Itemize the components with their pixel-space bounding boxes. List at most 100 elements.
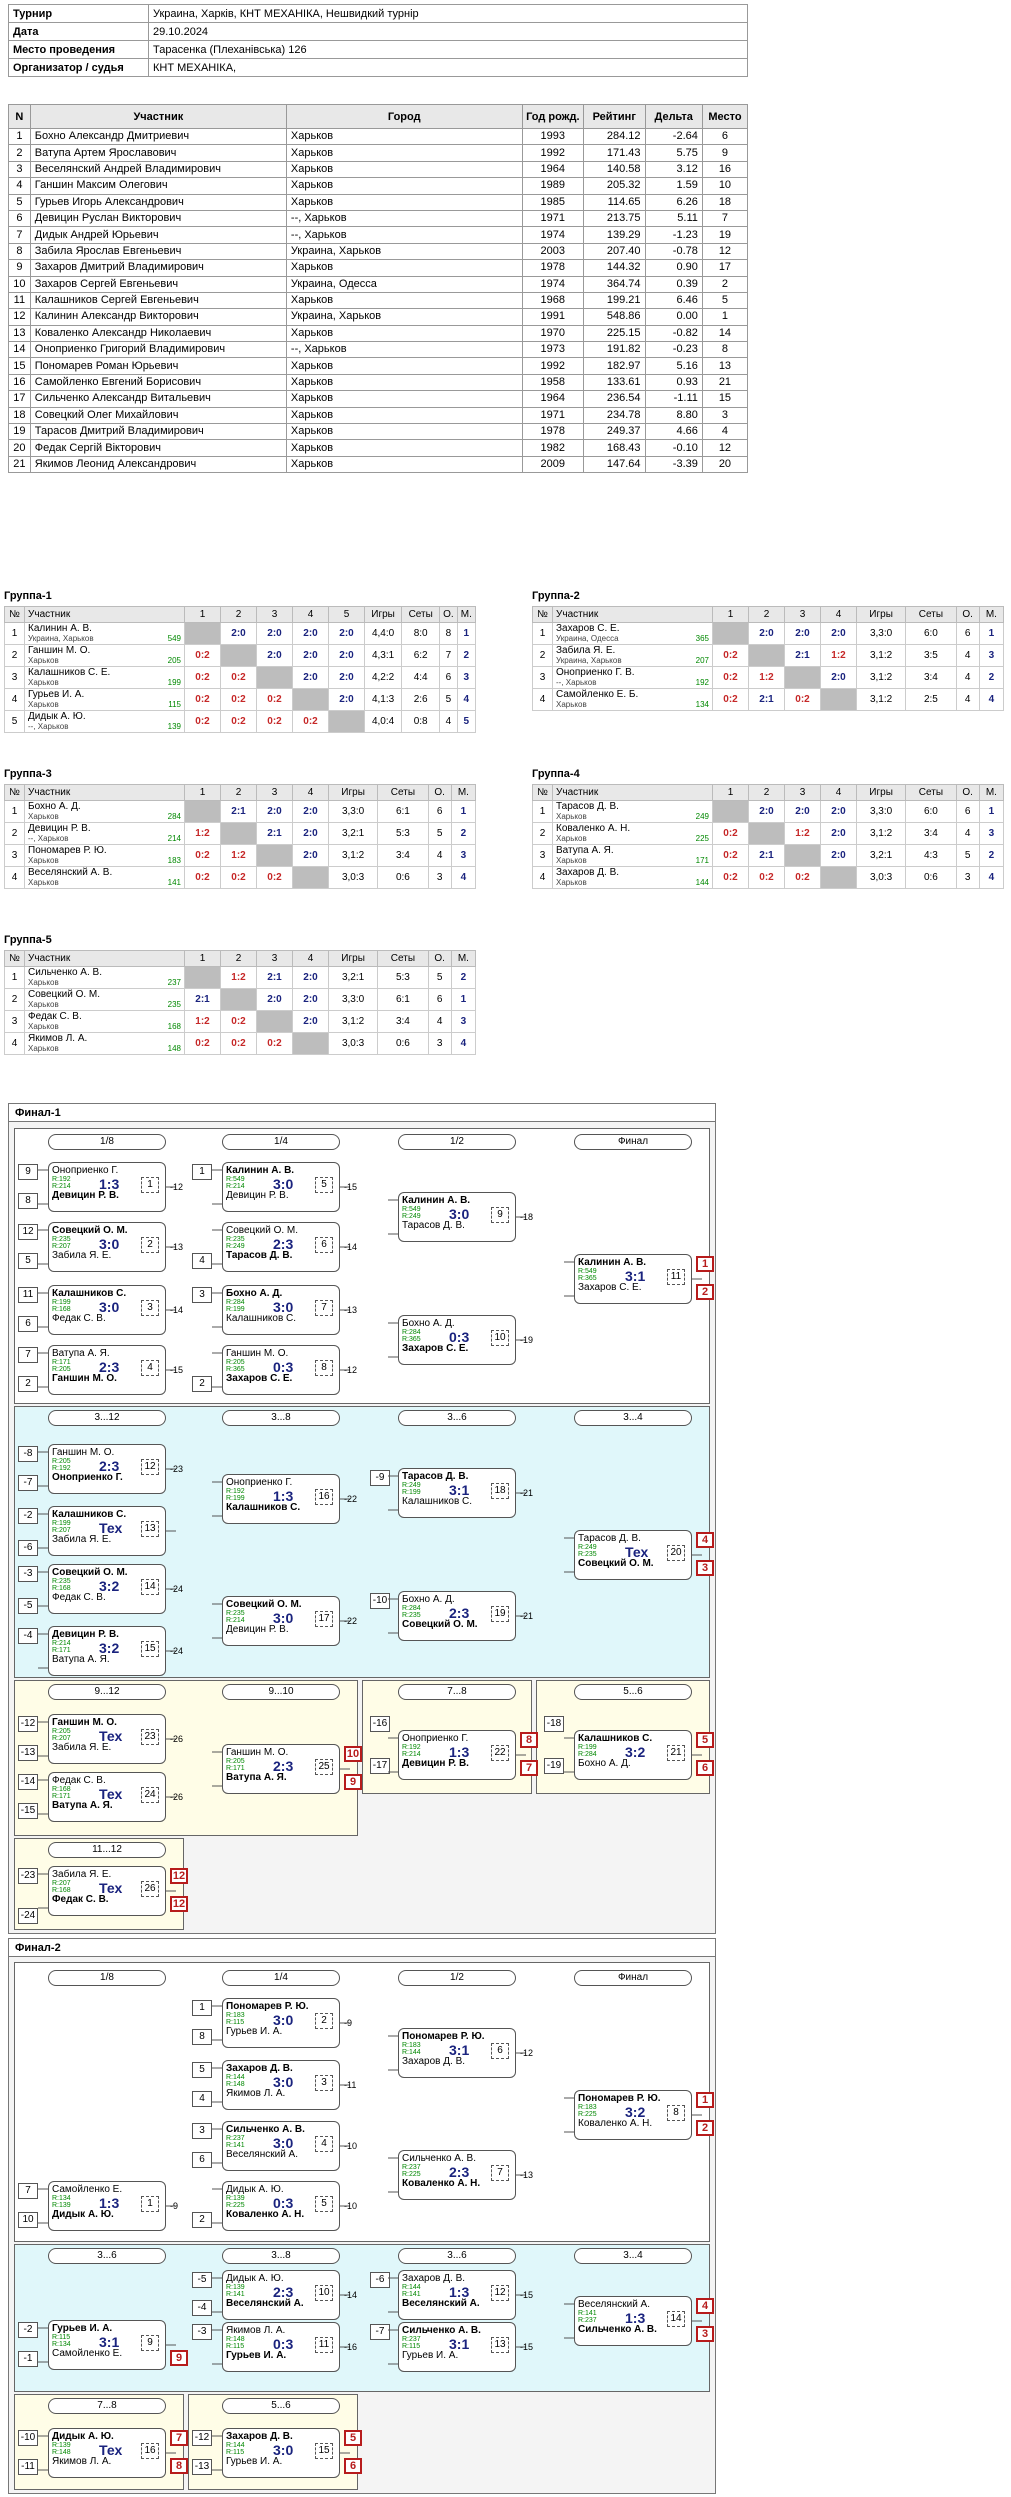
match-box[interactable]: Забила Я. Е. R:207 R:168 Федак С. В. Тех 26 xyxy=(48,1866,166,1916)
match-box[interactable]: Девицин Р. В. R:214 R:171 Ватупа А. Я. 3:2 15 xyxy=(48,1626,166,1676)
self-cell xyxy=(748,822,785,845)
player-cell: 364.74 xyxy=(583,275,646,293)
match-box[interactable]: Калашников С. R:199 R:284 Бохно А. Д. 3:2 21 xyxy=(574,1730,692,1780)
col-sets: Сеты xyxy=(401,606,441,623)
match-score: 3:0 xyxy=(273,2135,294,2151)
group-pts: 4 xyxy=(955,822,980,845)
player-row: 9 Захаров Дмитрий Владимирович Харьков 1978… xyxy=(8,259,749,277)
match-box[interactable]: Оноприенко Г. R:192 R:214 Девицин Р. В. 1:3 1 xyxy=(48,1162,166,1212)
match-box[interactable]: Федак С. В. R:168 R:171 Ватупа А. Я. Тех 24 xyxy=(48,1772,166,1822)
group-n: 5 xyxy=(4,710,25,733)
group-header-row: № Участник 1 2 3 4 Игры Сеты О. М. xyxy=(532,606,1005,623)
match-box[interactable]: Самойленко Е. R:134 R:139 Дидык А. Ю. 1:3 1 xyxy=(48,2181,166,2231)
match-box[interactable]: Совецкий О. М. R:235 R:249 Тарасов Д. В. 2:3… xyxy=(222,1222,340,1272)
group-n: 1 xyxy=(532,800,553,823)
seed-slot: -8 xyxy=(18,1446,38,1462)
match-score: 3:0 xyxy=(273,1176,294,1192)
seed-slot: -12 xyxy=(18,1716,38,1732)
player-cell: Ватупа Артем Ярославович xyxy=(29,144,287,162)
player-row: 12 Калинин Александр Викторович Украина, Х… xyxy=(8,308,749,326)
player-rating: 134 xyxy=(695,699,709,709)
match-box[interactable]: Калинин А. В. R:549 R:365 Захаров С. Е. 3:1 1… xyxy=(574,1254,692,1304)
group-n: 2 xyxy=(4,644,25,667)
match-box[interactable]: Ганшин М. О. R:205 R:171 Ватупа А. Я. 2:3 25 xyxy=(222,1744,340,1794)
group-pts: 4 xyxy=(427,1010,452,1033)
match-box[interactable]: Захаров Д. В. R:144 R:141 Веселянский А. 1:3… xyxy=(398,2270,516,2320)
match-box[interactable]: Калашников С. R:199 R:207 Забила Я. Е. Тех 13 xyxy=(48,1506,166,1556)
match-box[interactable]: Ганшин М. О. R:205 R:207 Забила Я. Е. Тех 23 xyxy=(48,1714,166,1764)
seed-slot: 4 xyxy=(192,1253,212,1269)
match-box[interactable]: Бохно А. Д. R:284 R:235 Совецкий О. М. 2:3 19 xyxy=(398,1591,516,1641)
col-opponent: 4 xyxy=(820,606,857,623)
match-box[interactable]: Совецкий О. М. R:235 R:214 Девицин Р. В. 3:0… xyxy=(222,1596,340,1646)
player-cell: 6 xyxy=(701,127,749,146)
match-box[interactable]: Ганшин М. О. R:205 R:192 Оноприенко Г. 2:3 12 xyxy=(48,1444,166,1494)
result-cell: 2:0 xyxy=(292,622,329,645)
player-cell: 2 xyxy=(701,275,749,293)
col-opponent: 2 xyxy=(748,784,785,801)
group-pts: 4 xyxy=(955,688,980,711)
match-box[interactable]: Якимов Л. А. R:148 R:115 Гурьев И. А. 0:3 11 xyxy=(222,2322,340,2372)
match-box[interactable]: Веселянский А. R:141 R:237 Сильченко А. В. 1… xyxy=(574,2296,692,2346)
group-sets: 2:6 xyxy=(401,688,441,711)
seed-slot: -5 xyxy=(192,2272,212,2288)
group-player: Сильченко А. В. Харьков 237 xyxy=(24,966,185,989)
player-cell: 3 xyxy=(8,160,31,179)
match-player-a: Дидык А. Ю. xyxy=(52,2431,114,2442)
match-box[interactable]: Калинин А. В. R:549 R:214 Девицин Р. В. 3:0 5 xyxy=(222,1162,340,1212)
match-box[interactable]: Совецкий О. М. R:235 R:207 Забила Я. Е. 3:0 2 xyxy=(48,1222,166,1272)
match-score: Тех xyxy=(99,2442,123,2458)
match-number: 23 xyxy=(141,1729,159,1745)
match-box[interactable]: Сильченко А. В. R:237 R:115 Гурьев И. А. 3:1… xyxy=(398,2322,516,2372)
col-rating: Рейтинг xyxy=(583,104,646,129)
group-player: Калашников С. Е. Харьков 199 xyxy=(24,666,185,689)
player-cell: 4.66 xyxy=(644,423,703,441)
player-cell: -3.39 xyxy=(644,455,703,474)
match-box[interactable]: Захаров Д. В. R:144 R:148 Якимов Л. А. 3:0 3 xyxy=(222,2060,340,2110)
match-box[interactable]: Совецкий О. М. R:235 R:168 Федак С. В. 3:2 14 xyxy=(48,1564,166,1614)
player-cell: -0.82 xyxy=(644,324,703,343)
match-box[interactable]: Дидык А. Ю. R:139 R:225 Коваленко А. Н. 0:3 5 xyxy=(222,2181,340,2231)
group-row: 3 Ватупа А. Я. Харьков 171 0:2 2:1 2:0 3,2:1 4:3… xyxy=(532,844,1005,867)
group-row: 3 Федак С. В. Харьков 168 1:2 0:2 2:0 3,1:2 3:4 4… xyxy=(4,1010,477,1033)
match-box[interactable]: Сильченко А. В. R:237 R:225 Коваленко А. Н.… xyxy=(398,2150,516,2200)
match-number: 7 xyxy=(315,1300,333,1316)
match-box[interactable]: Пономарев Р. Ю. R:183 R:144 Захаров Д. В. 3:… xyxy=(398,2028,516,2078)
match-box[interactable]: Бохно А. Д. R:284 R:199 Калашников С. 3:0 7 xyxy=(222,1285,340,1335)
player-cell: 1991 xyxy=(521,308,585,326)
match-box[interactable]: Бохно А. Д. R:284 R:365 Захаров С. Е. 0:3 10 xyxy=(398,1315,516,1365)
match-box[interactable]: Пономарев Р. Ю. R:183 R:115 Гурьев И. А. 3:0… xyxy=(222,1998,340,2048)
player-cell: Федак Сергій Вікторович xyxy=(29,439,287,457)
player-cell: Пономарев Роман Юрьевич xyxy=(29,357,287,375)
match-box[interactable]: Пономарев Р. Ю. R:183 R:225 Коваленко А. Н.… xyxy=(574,2090,692,2140)
match-box[interactable]: Оноприенко Г. R:192 R:199 Калашников С. 1:3 1… xyxy=(222,1474,340,1524)
match-box[interactable]: Тарасов Д. В. R:249 R:235 Совецкий О. М. Тех… xyxy=(574,1530,692,1580)
self-cell xyxy=(748,644,785,667)
match-box[interactable]: Дидык А. Ю. R:139 R:141 Веселянский А. 2:3 10 xyxy=(222,2270,340,2320)
match-box[interactable]: Оноприенко Г. R:192 R:214 Девицин Р. В. 1:3 2… xyxy=(398,1730,516,1780)
place-a: 10 xyxy=(344,1746,362,1762)
match-box[interactable]: Ватупа А. Я. R:171 R:205 Ганшин М. О. 2:3 4 xyxy=(48,1345,166,1395)
match-number: 26 xyxy=(141,1881,159,1897)
match-number: 10 xyxy=(315,2285,333,2301)
match-box[interactable]: Захаров Д. В. R:144 R:115 Гурьев И. А. 3:0 15 xyxy=(222,2428,340,2478)
group-place: 1 xyxy=(978,800,1005,823)
match-box[interactable]: Тарасов Д. В. R:249 R:199 Калашников С. 3:1 1… xyxy=(398,1468,516,1518)
match-box[interactable]: Сильченко А. В. R:237 R:141 Веселянский А. 3… xyxy=(222,2121,340,2171)
group-place: 3 xyxy=(450,1010,477,1033)
match-box[interactable]: Калинин А. В. R:549 R:249 Тарасов Д. В. 3:0 9 xyxy=(398,1192,516,1242)
match-player-a: Ганшин М. О. xyxy=(226,1747,289,1758)
player-row: 8 Забила Ярослав Евгеньевич Украина, Харьк… xyxy=(8,242,749,261)
seed-slot: -5 xyxy=(18,1598,38,1614)
match-box[interactable]: Ганшин М. О. R:205 R:365 Захаров С. Е. 0:3 8 xyxy=(222,1345,340,1395)
match-box[interactable]: Гурьев И. А. R:115 R:134 Самойленко Е. 3:1 9 xyxy=(48,2320,166,2370)
match-box[interactable]: Калашников С. R:199 R:168 Федак С. В. 3:0 3 xyxy=(48,1285,166,1335)
match-box[interactable]: Дидык А. Ю. R:139 R:148 Якимов Л. А. Тех 16 xyxy=(48,2428,166,2478)
player-cell: -0.10 xyxy=(644,439,703,457)
loser-destination: -14 xyxy=(344,1242,358,1252)
result-cell: 0:2 xyxy=(184,844,221,867)
match-score: Тех xyxy=(625,1544,649,1560)
col-place: М. xyxy=(978,784,1005,801)
place-b: 3 xyxy=(696,2326,714,2342)
player-name: Забила Я. Е. xyxy=(556,644,616,656)
